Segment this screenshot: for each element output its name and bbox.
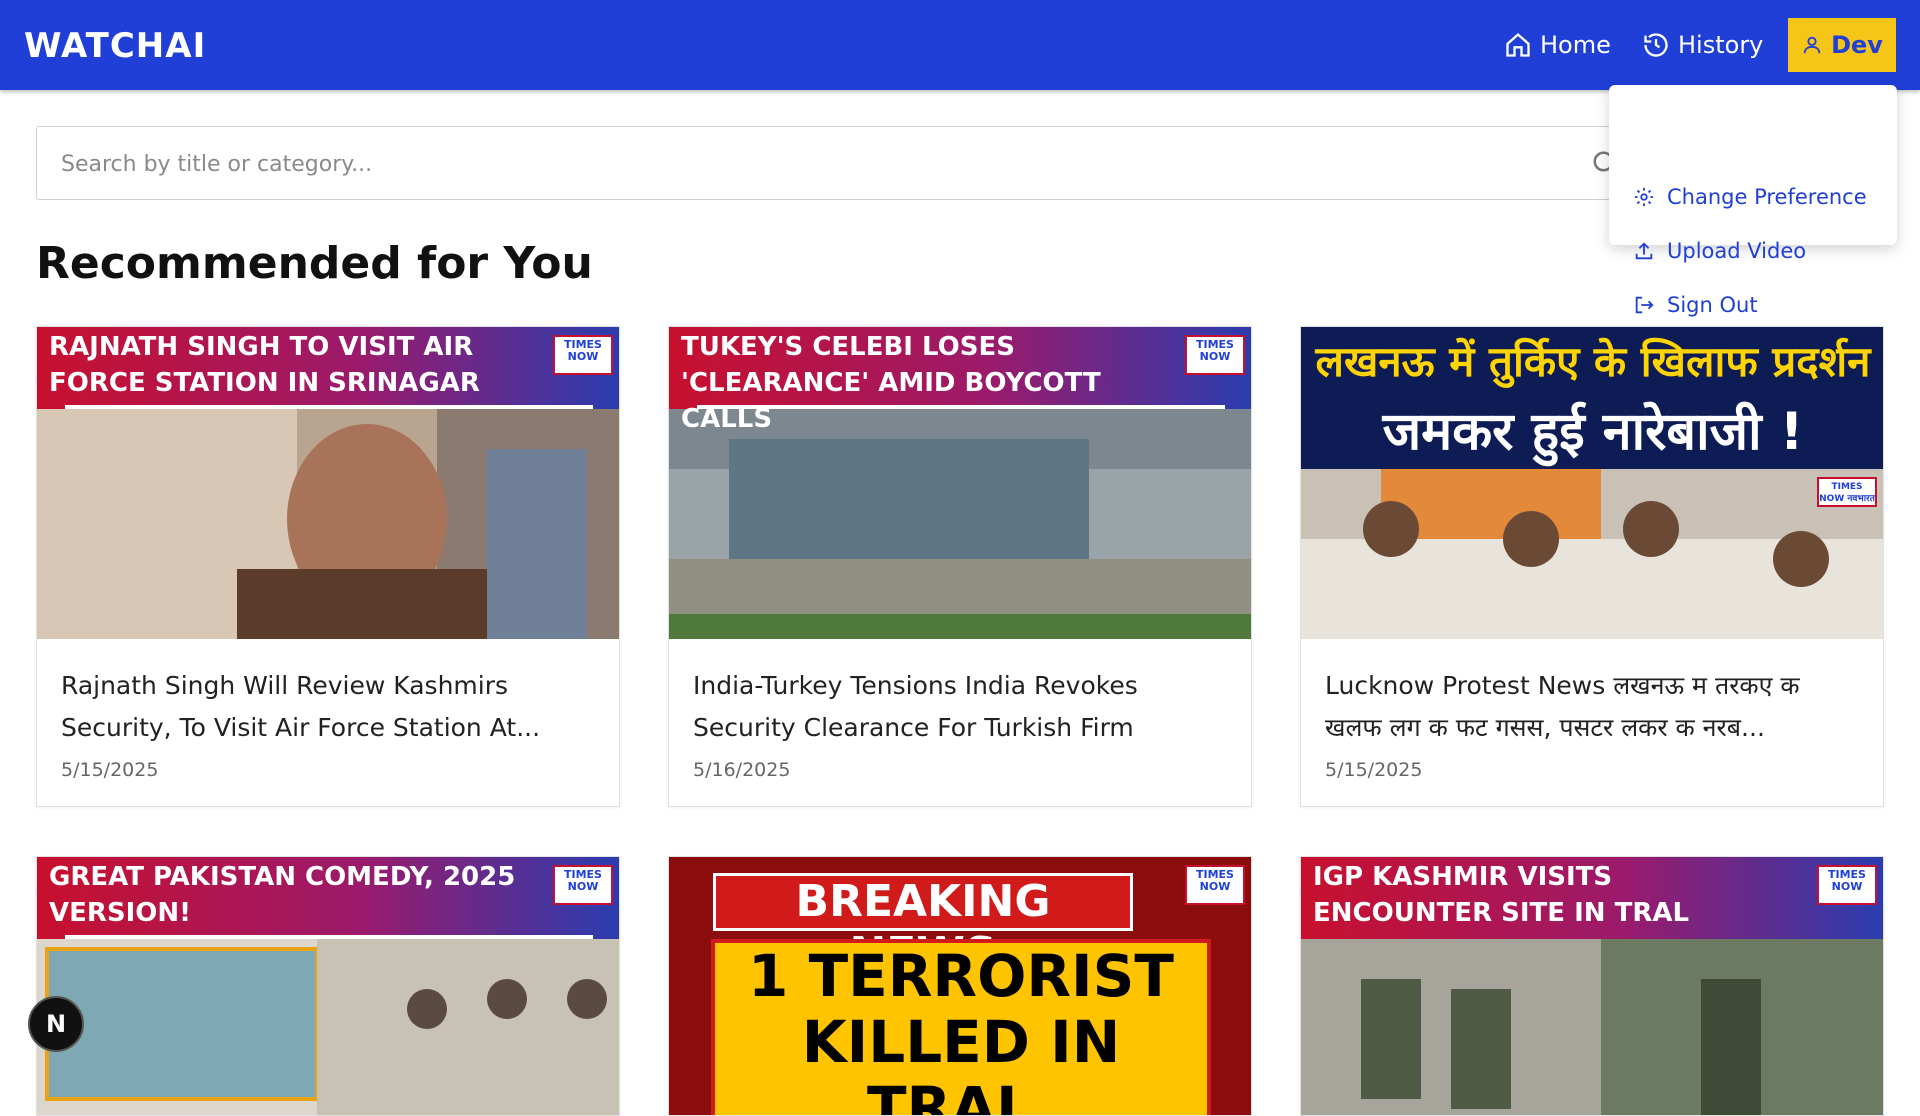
video-date: 5/16/2025 bbox=[693, 759, 791, 781]
video-card[interactable]: BREAKING NEWS 1 TERRORIST KILLED IN TRAL… bbox=[668, 856, 1252, 1116]
headline-underline bbox=[65, 405, 593, 409]
search-input[interactable] bbox=[61, 147, 1561, 181]
video-title[interactable]: India-Turkey Tensions India Revokes Secu… bbox=[693, 665, 1227, 749]
thumbnail-headline-line2: KILLED IN TRAL, bbox=[801, 1008, 1121, 1116]
video-title[interactable]: Rajnath Singh Will Review Kashmirs Secur… bbox=[61, 665, 595, 749]
thumbnail-headline: RAJNATH SINGH TO VISIT AIR FORCE STATION… bbox=[37, 327, 619, 409]
user-name: Dev bbox=[1831, 31, 1883, 59]
channel-logo: TIMES NOW नवभारत bbox=[1817, 477, 1877, 507]
thumbnail-photo bbox=[37, 939, 619, 1115]
nav-history-label: History bbox=[1678, 31, 1764, 59]
channel-logo: TIMES NOW bbox=[1817, 865, 1877, 905]
menu-item-sign-out[interactable]: Sign Out bbox=[1633, 290, 1758, 320]
menu-item-label: Upload Video bbox=[1667, 239, 1807, 263]
video-card[interactable]: GREAT PAKISTAN COMEDY, 2025 VERSION! TIM… bbox=[36, 856, 620, 1116]
upload-icon bbox=[1635, 242, 1653, 260]
video-card[interactable]: IGP KASHMIR VISITS ENCOUNTER SITE IN TRA… bbox=[1300, 856, 1884, 1116]
section-title: Recommended for You bbox=[36, 238, 593, 289]
thumbnail-headline: TUKEY'S CELEBI LOSES 'CLEARANCE' AMID BO… bbox=[669, 327, 1251, 434]
menu-item-label: Change Preference bbox=[1667, 185, 1867, 209]
menu-item-label: Sign Out bbox=[1667, 293, 1758, 317]
video-thumbnail[interactable]: TUKEY'S CELEBI LOSES 'CLEARANCE' AMID BO… bbox=[669, 327, 1251, 639]
headline-underline bbox=[65, 935, 593, 939]
video-card[interactable]: लखनऊ में तुर्किए के खिलाफ प्रदर्शन जमकर … bbox=[1300, 326, 1884, 807]
channel-logo: TIMES NOW bbox=[1185, 865, 1245, 905]
video-card[interactable]: RAJNATH SINGH TO VISIT AIR FORCE STATION… bbox=[36, 326, 620, 807]
channel-logo: TIMES NOW bbox=[553, 335, 613, 375]
thumbnail-photo bbox=[37, 409, 619, 639]
video-card[interactable]: TUKEY'S CELEBI LOSES 'CLEARANCE' AMID BO… bbox=[668, 326, 1252, 807]
video-date: 5/15/2025 bbox=[1325, 759, 1423, 781]
menu-item-upload-video[interactable]: Upload Video bbox=[1633, 236, 1806, 266]
thumbnail-photo bbox=[1301, 469, 1883, 639]
video-thumbnail[interactable]: IGP KASHMIR VISITS ENCOUNTER SITE IN TRA… bbox=[1301, 857, 1883, 1115]
search-bar bbox=[36, 126, 1626, 200]
thumbnail-headline-line1: 1 TERRORIST bbox=[748, 942, 1174, 1010]
floating-n-button[interactable]: N bbox=[28, 996, 84, 1052]
thumbnail-headline: 1 TERRORIST KILLED IN TRAL, bbox=[711, 939, 1211, 1116]
gear-icon bbox=[1634, 187, 1654, 207]
home-icon bbox=[1506, 32, 1530, 57]
headline-underline bbox=[697, 405, 1225, 409]
channel-logo: TIMES NOW bbox=[553, 865, 613, 905]
thumbnail-headline: लखनऊ में तुर्किए के खिलाफ प्रदर्शन जमकर … bbox=[1301, 327, 1883, 469]
top-nav-bar: WATCHAI Home History Dev bbox=[0, 0, 1920, 90]
history-icon bbox=[1644, 33, 1668, 57]
user-icon bbox=[1803, 36, 1821, 54]
breaking-news-label: BREAKING NEWS bbox=[713, 873, 1133, 979]
nav-home-label: Home bbox=[1540, 31, 1611, 59]
thumbnail-headline: IGP KASHMIR VISITS ENCOUNTER SITE IN TRA… bbox=[1301, 857, 1883, 939]
nav-history-link[interactable]: History bbox=[1642, 0, 1763, 90]
nav-home-link[interactable]: Home bbox=[1504, 0, 1611, 90]
video-thumbnail[interactable]: लखनऊ में तुर्किए के खिलाफ प्रदर्शन जमकर … bbox=[1301, 327, 1883, 639]
thumbnail-photo bbox=[1301, 939, 1883, 1115]
video-thumbnail[interactable]: GREAT PAKISTAN COMEDY, 2025 VERSION! TIM… bbox=[37, 857, 619, 1115]
menu-item-change-preference[interactable]: Change Preference bbox=[1633, 182, 1867, 212]
user-menu-button[interactable]: Dev bbox=[1788, 18, 1896, 72]
thumbnail-headline-line2: जमकर हुई नारेबाजी ! bbox=[1382, 402, 1804, 462]
video-thumbnail[interactable]: RAJNATH SINGH TO VISIT AIR FORCE STATION… bbox=[37, 327, 619, 639]
video-date: 5/15/2025 bbox=[61, 759, 159, 781]
sign-out-icon bbox=[1635, 296, 1654, 314]
video-thumbnail[interactable]: BREAKING NEWS 1 TERRORIST KILLED IN TRAL… bbox=[669, 857, 1251, 1116]
app-logo[interactable]: WATCHAI bbox=[24, 26, 206, 66]
thumbnail-headline: GREAT PAKISTAN COMEDY, 2025 VERSION! bbox=[37, 857, 619, 939]
channel-logo: TIMES NOW bbox=[1185, 335, 1245, 375]
user-dropdown-menu: Change Preference Upload Video Sign Out bbox=[1609, 85, 1897, 317]
thumbnail-photo bbox=[669, 409, 1251, 639]
video-title[interactable]: Lucknow Protest News लखनऊ म तरकए क खलफ ल… bbox=[1325, 665, 1859, 749]
thumbnail-headline-line1: लखनऊ में तुर्किए के खिलाफ प्रदर्शन bbox=[1315, 337, 1871, 386]
